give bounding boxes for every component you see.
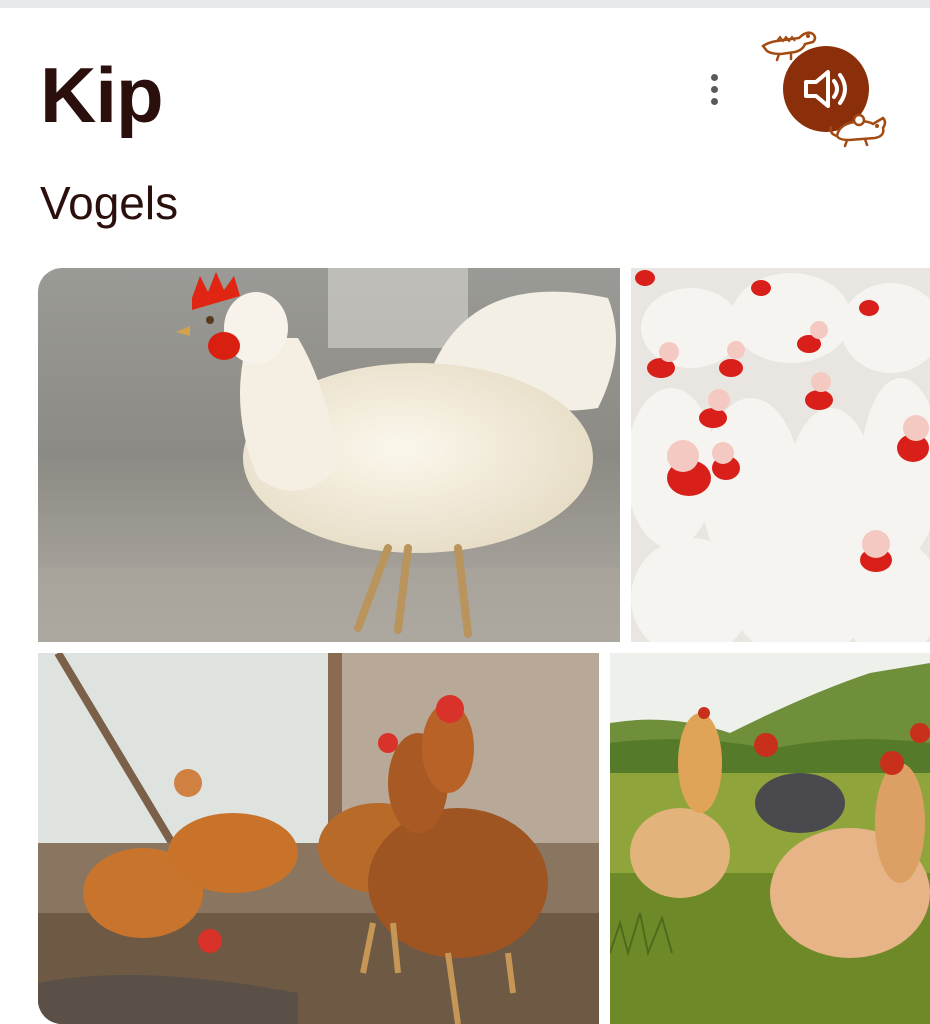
speaker-icon [804,70,847,108]
more-dot [710,97,718,105]
mouse-doodle-icon [829,113,887,148]
chicken-photo-1[interactable] [38,268,620,642]
sound-control [755,20,895,160]
category-label: Vogels [40,177,179,229]
more-dot [710,73,718,81]
hens-in-meadow-photo [610,653,930,1024]
more-dot [710,85,718,93]
more-options-button[interactable] [698,66,730,112]
page-title: Kip [40,51,164,139]
white-chicken-flock-photo [631,268,930,642]
brown-hens-farmyard-photo [38,653,599,1024]
top-status-strip [0,0,930,8]
white-hen-photo [38,268,620,642]
chicken-photo-2[interactable] [631,268,930,642]
chicken-photo-4[interactable] [610,653,930,1024]
chicken-photo-3[interactable] [38,653,599,1024]
